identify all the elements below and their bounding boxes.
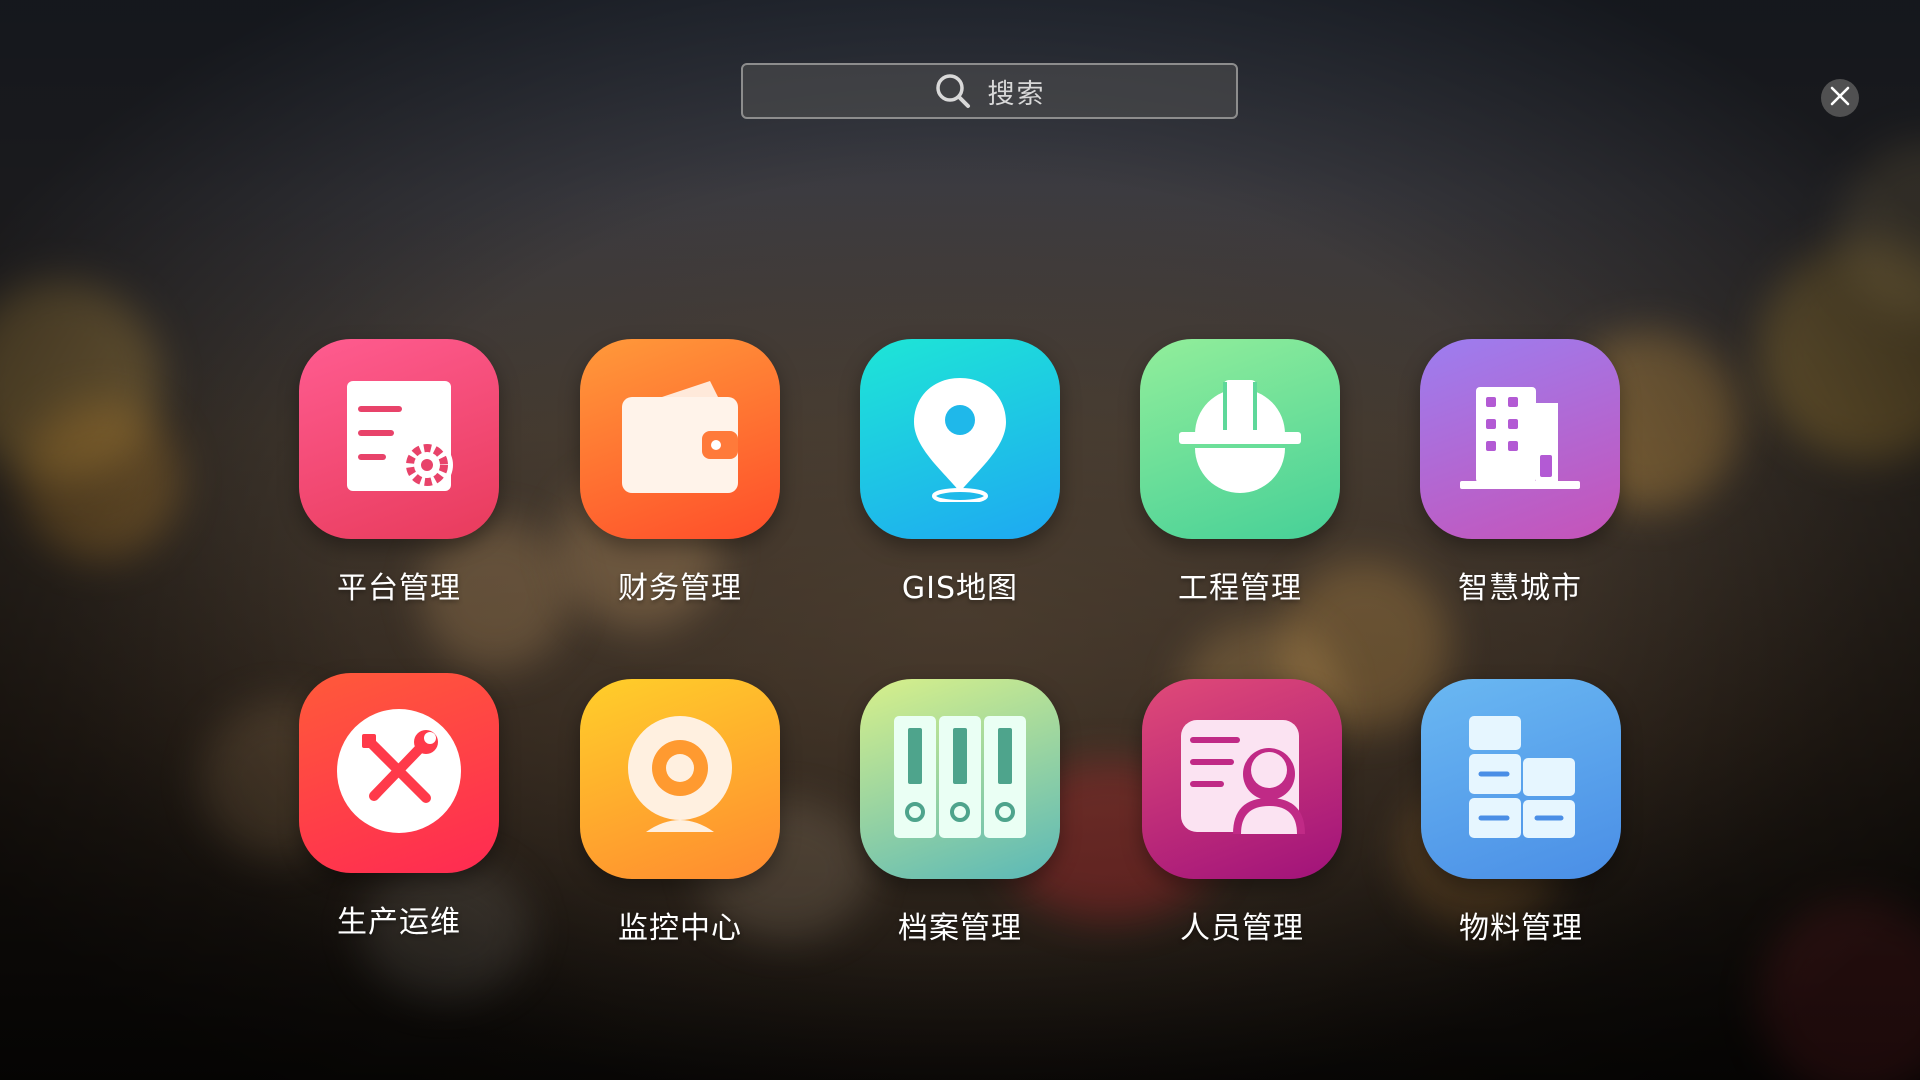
- app-label: 平台管理: [337, 571, 461, 606]
- close-icon: [1829, 85, 1851, 111]
- app-finance-management[interactable]: 财务管理: [560, 339, 800, 607]
- app-archive-management[interactable]: 档案管理: [840, 679, 1080, 947]
- close-button[interactable]: [1821, 79, 1859, 117]
- boxes-icon: [1461, 712, 1581, 846]
- app-label: 监控中心: [618, 911, 742, 946]
- app-tile: [860, 339, 1060, 539]
- app-tile: [1421, 679, 1621, 879]
- app-tile: [580, 679, 780, 879]
- app-tile: [580, 339, 780, 539]
- app-tile: [1420, 339, 1620, 539]
- app-gis-map[interactable]: GIS地图: [840, 339, 1080, 607]
- app-label: 档案管理: [898, 911, 1022, 946]
- app-production-ops[interactable]: 生产运维: [279, 673, 519, 941]
- app-tile: [1140, 339, 1340, 539]
- person-card-icon: [1177, 712, 1307, 846]
- app-label: 财务管理: [618, 571, 742, 606]
- app-engineering-management[interactable]: 工程管理: [1120, 339, 1360, 607]
- building-icon: [1458, 375, 1582, 503]
- app-monitoring-center[interactable]: 监控中心: [560, 679, 800, 947]
- app-tile: [1142, 679, 1342, 879]
- search-input[interactable]: [743, 65, 1236, 117]
- app-materials-management[interactable]: 物料管理: [1401, 679, 1641, 947]
- hard-hat-icon: [1175, 372, 1305, 506]
- app-personnel-management[interactable]: 人员管理: [1122, 679, 1362, 947]
- settings-document-icon: [339, 377, 459, 501]
- wallet-icon: [618, 375, 742, 503]
- map-pin-icon: [900, 372, 1020, 506]
- app-label: GIS地图: [901, 571, 1019, 606]
- app-label: 人员管理: [1180, 911, 1304, 946]
- app-smart-city[interactable]: 智慧城市: [1400, 339, 1640, 607]
- app-label: 工程管理: [1178, 571, 1302, 606]
- app-label: 生产运维: [337, 905, 461, 940]
- app-tile: [299, 339, 499, 539]
- tools-icon: [334, 706, 464, 840]
- webcam-icon: [620, 712, 740, 846]
- app-platform-management[interactable]: 平台管理: [279, 339, 519, 607]
- search-bar[interactable]: 搜索: [741, 63, 1238, 119]
- app-label: 智慧城市: [1458, 571, 1582, 606]
- binders-icon: [890, 712, 1030, 846]
- app-label: 物料管理: [1459, 911, 1583, 946]
- app-tile: [299, 673, 499, 873]
- app-tile: [860, 679, 1060, 879]
